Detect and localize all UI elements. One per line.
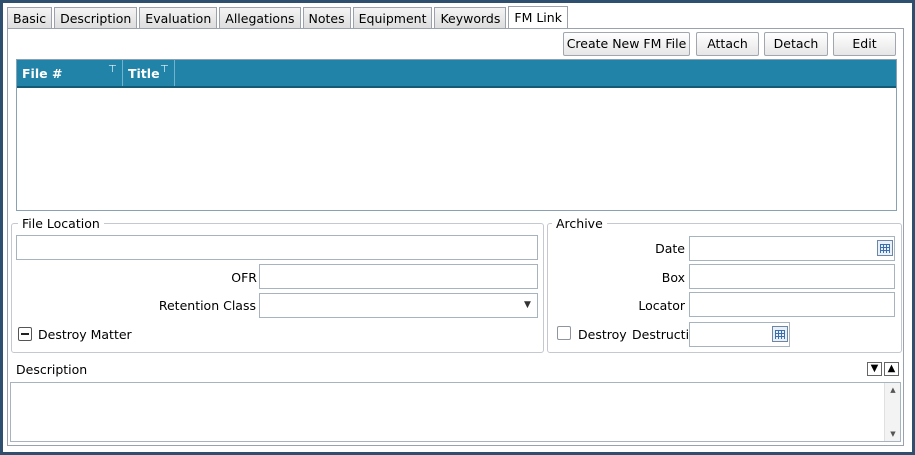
- tab-basic[interactable]: Basic: [7, 7, 53, 29]
- triangle-up-icon[interactable]: ▲: [884, 362, 899, 376]
- retention-class-label: Retention Class: [158, 298, 256, 313]
- description-label: Description: [16, 362, 88, 377]
- attach-button[interactable]: Attach: [696, 32, 759, 56]
- column-header-label: File #: [22, 66, 63, 81]
- tab-equipment[interactable]: Equipment: [352, 7, 433, 29]
- tab-bar: Basic Description Evaluation Allegations…: [7, 6, 570, 29]
- archive-date-input[interactable]: [689, 236, 895, 261]
- create-new-fm-file-button[interactable]: Create New FM File: [563, 32, 690, 56]
- triangle-down-icon[interactable]: ▼: [867, 362, 882, 376]
- locator-label: Locator: [638, 298, 685, 313]
- edit-button[interactable]: Edit: [833, 32, 896, 56]
- detach-button[interactable]: Detach: [764, 32, 828, 56]
- destroy-matter-toggle[interactable]: [18, 327, 32, 341]
- archive-legend: Archive: [552, 216, 607, 231]
- fm-file-grid[interactable]: File # ⊤ Title ⊤: [16, 59, 897, 211]
- retention-class-select[interactable]: ▼: [259, 293, 538, 318]
- ofr-input[interactable]: [259, 264, 538, 289]
- ofr-label: OFR: [231, 270, 257, 285]
- tab-keywords[interactable]: Keywords: [434, 7, 507, 29]
- scroll-up-icon[interactable]: ▲: [885, 386, 901, 394]
- tab-fm-link[interactable]: FM Link: [508, 6, 568, 29]
- tab-evaluation[interactable]: Evaluation: [139, 7, 218, 29]
- description-scrollbar[interactable]: ▲ ▼: [884, 383, 900, 441]
- tab-notes[interactable]: Notes: [302, 7, 351, 29]
- archive-locator-input[interactable]: [689, 292, 895, 317]
- destroy-label: Destroy: [578, 327, 627, 342]
- filter-icon[interactable]: ⊤: [108, 64, 117, 75]
- archive-box-input[interactable]: [689, 264, 895, 289]
- destroy-matter-label: Destroy Matter: [38, 327, 132, 342]
- chevron-down-icon[interactable]: ▼: [519, 294, 536, 317]
- calendar-icon[interactable]: [877, 240, 893, 256]
- scroll-down-icon[interactable]: ▼: [885, 430, 901, 438]
- tab-description[interactable]: Description: [54, 7, 138, 29]
- file-location-input[interactable]: [16, 235, 538, 260]
- grid-header: File # ⊤ Title ⊤: [17, 60, 896, 88]
- box-label: Box: [661, 270, 685, 285]
- minus-icon: [21, 333, 29, 335]
- destruction-label: Destructio: [632, 327, 689, 342]
- calendar-icon[interactable]: [772, 326, 788, 342]
- destroy-checkbox[interactable]: [557, 326, 571, 340]
- tab-allegations[interactable]: Allegations: [219, 7, 301, 29]
- file-location-legend: File Location: [18, 216, 104, 231]
- date-label: Date: [655, 241, 685, 256]
- column-header-label: Title: [128, 66, 160, 81]
- description-textarea[interactable]: ▲ ▼: [10, 382, 901, 442]
- filter-icon[interactable]: ⊤: [160, 64, 169, 75]
